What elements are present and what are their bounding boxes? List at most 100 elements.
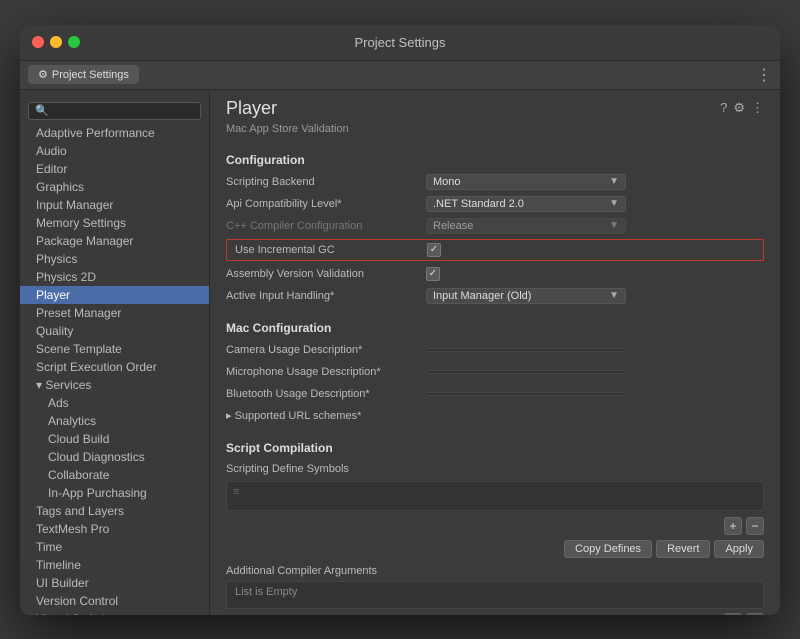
define-symbol-line: ≡ [233,486,757,498]
scripting-backend-label: Scripting Backend [226,176,426,188]
active-input-row: Active Input Handling* Input Manager (Ol… [210,285,780,307]
maximize-button[interactable] [68,36,80,48]
url-schemes-label: ▸ Supported URL schemes* [226,409,426,422]
sidebar-item-visual-scripting[interactable]: Visual Scripting [20,610,209,615]
sidebar-item-timeline[interactable]: Timeline [20,556,209,574]
chevron-down-icon: ▼ [609,176,619,187]
panel-header: Player ? ⚙ ⋮ [210,90,780,123]
active-input-dropdown[interactable]: Input Manager (Old) ▼ [426,288,626,304]
scripting-define-area[interactable]: ≡ [226,481,764,511]
sidebar-item-ui-builder[interactable]: UI Builder [20,574,209,592]
sidebar-item-input-manager[interactable]: Input Manager [20,196,209,214]
panel-title: Player [226,98,277,119]
camera-input[interactable] [426,348,626,352]
assembly-row: Assembly Version Validation ✓ [210,263,780,285]
defines-button-row: Copy Defines Revert Apply [210,537,780,561]
cpp-compiler-dropdown[interactable]: Release ▼ [426,218,626,234]
api-compat-label: Api Compatibility Level* [226,198,426,210]
sidebar-item-audio[interactable]: Audio [20,142,209,160]
content-area: Adaptive Performance Audio Editor Graphi… [20,90,780,615]
tab-label: Project Settings [52,69,129,81]
more-options-icon[interactable]: ⋮ [756,65,772,85]
sidebar-item-cloud-build[interactable]: Cloud Build [20,430,209,448]
apply-defines-button[interactable]: Apply [714,540,764,558]
sidebar-item-physics-2d[interactable]: Physics 2D [20,268,209,286]
assembly-label: Assembly Version Validation [226,268,426,280]
microphone-input[interactable] [426,370,626,374]
sidebar-item-scene-template[interactable]: Scene Template [20,340,209,358]
camera-row: Camera Usage Description* [210,339,780,361]
chevron-down-icon: ▼ [609,198,619,209]
main-window: Project Settings ⚙ Project Settings ⋮ Ad… [20,25,780,615]
revert-defines-button[interactable]: Revert [656,540,710,558]
scripting-backend-dropdown[interactable]: Mono ▼ [426,174,626,190]
add-compiler-arg-button[interactable]: + [724,613,742,615]
use-gc-row: Use Incremental GC ✓ [226,239,764,261]
panel-actions: ? ⚙ ⋮ [720,100,764,116]
assembly-checkbox[interactable]: ✓ [426,267,440,281]
script-compilation-label: Script Compilation [210,435,780,459]
remove-define-button[interactable]: − [746,517,764,535]
list-empty-box: List is Empty [226,581,764,609]
sidebar-item-physics[interactable]: Physics [20,250,209,268]
sidebar-item-time[interactable]: Time [20,538,209,556]
close-button[interactable] [32,36,44,48]
list-empty-label: List is Empty [235,586,297,598]
microphone-label: Microphone Usage Description* [226,366,426,378]
minimize-button[interactable] [50,36,62,48]
add-define-button[interactable]: + [724,517,742,535]
sidebar: Adaptive Performance Audio Editor Graphi… [20,90,210,615]
define-plus-minus-row: + − [210,515,780,537]
window-title: Project Settings [354,35,445,50]
remove-compiler-arg-button[interactable]: − [746,613,764,615]
sidebar-item-in-app-purchasing[interactable]: In-App Purchasing [20,484,209,502]
sidebar-item-preset-manager[interactable]: Preset Manager [20,304,209,322]
cpp-compiler-label: C++ Compiler Configuration [226,220,426,232]
sidebar-item-collaborate[interactable]: Collaborate [20,466,209,484]
sidebar-item-memory-settings[interactable]: Memory Settings [20,214,209,232]
sidebar-item-editor[interactable]: Editor [20,160,209,178]
main-panel: Player ? ⚙ ⋮ Mac App Store Validation Co… [210,90,780,615]
use-gc-label: Use Incremental GC [235,244,427,256]
sidebar-item-tags-layers[interactable]: Tags and Layers [20,502,209,520]
chevron-down-icon: ▼ [609,290,619,301]
api-compat-row: Api Compatibility Level* .NET Standard 2… [210,193,780,215]
use-gc-checkbox[interactable]: ✓ [427,243,441,257]
compiler-plus-minus-row: + − [210,611,780,615]
sidebar-item-player[interactable]: Player [20,286,209,304]
active-input-label: Active Input Handling* [226,290,426,302]
scripting-backend-row: Scripting Backend Mono ▼ [210,171,780,193]
additional-compiler-label: Additional Compiler Arguments [210,561,780,579]
cpp-compiler-row: C++ Compiler Configuration Release ▼ [210,215,780,237]
microphone-row: Microphone Usage Description* [210,361,780,383]
sidebar-item-adaptive-performance[interactable]: Adaptive Performance [20,124,209,142]
api-compat-dropdown[interactable]: .NET Standard 2.0 ▼ [426,196,626,212]
title-bar: Project Settings [20,25,780,61]
search-input[interactable] [28,102,201,120]
help-icon[interactable]: ? [720,100,727,116]
sidebar-item-graphics[interactable]: Graphics [20,178,209,196]
sidebar-item-services[interactable]: ▾ Services [20,376,209,394]
bluetooth-label: Bluetooth Usage Description* [226,388,426,400]
gear-icon: ⚙ [38,68,48,81]
project-settings-tab[interactable]: ⚙ Project Settings [28,65,139,84]
search-container [20,98,209,124]
more-icon[interactable]: ⋮ [751,100,764,116]
sidebar-item-textmesh-pro[interactable]: TextMesh Pro [20,520,209,538]
copy-defines-button[interactable]: Copy Defines [564,540,652,558]
sidebar-item-package-manager[interactable]: Package Manager [20,232,209,250]
traffic-lights [32,36,80,48]
bluetooth-row: Bluetooth Usage Description* [210,383,780,405]
mac-config-section-label: Mac Configuration [210,315,780,339]
settings-icon[interactable]: ⚙ [733,100,745,116]
sidebar-item-ads[interactable]: Ads [20,394,209,412]
toolbar: ⚙ Project Settings ⋮ [20,61,780,90]
sidebar-item-cloud-diagnostics[interactable]: Cloud Diagnostics [20,448,209,466]
sidebar-item-analytics[interactable]: Analytics [20,412,209,430]
sidebar-item-version-control[interactable]: Version Control [20,592,209,610]
bluetooth-input[interactable] [426,392,626,396]
chevron-down-icon: ▼ [609,220,619,231]
camera-label: Camera Usage Description* [226,344,426,356]
sidebar-item-quality[interactable]: Quality [20,322,209,340]
sidebar-item-script-execution[interactable]: Script Execution Order [20,358,209,376]
